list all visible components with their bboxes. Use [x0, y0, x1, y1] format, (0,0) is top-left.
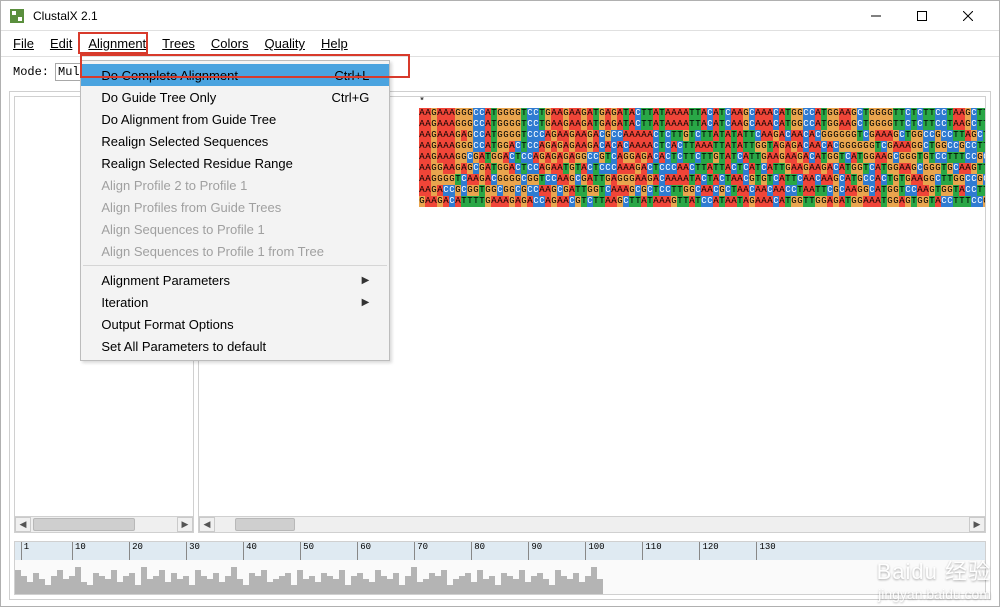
scroll-track[interactable]: [215, 517, 969, 532]
ruler-tick: 130: [756, 542, 775, 560]
maximize-button[interactable]: [899, 1, 945, 31]
scroll-track[interactable]: [31, 517, 177, 532]
menu-trees[interactable]: Trees: [154, 32, 203, 55]
menubar: File Edit Alignment Do Complete Alignmen…: [1, 31, 999, 57]
window-controls: [853, 1, 991, 31]
menu-file-label: File: [13, 36, 34, 51]
ruler-tick: 60: [357, 542, 371, 560]
sequence-row: AAGGAAGAGCGATGGACTCCAGAATGTACTCCCAAAGACT…: [419, 163, 985, 174]
scroll-thumb[interactable]: [235, 518, 295, 531]
dropdown-item-label: Align Sequences to Profile 1 from Tree: [101, 244, 369, 259]
minimize-button[interactable]: [853, 1, 899, 31]
dropdown-item[interactable]: Iteration▶: [81, 291, 389, 313]
sequence-row: AAGACCGCGGTGGCGGCGCCAAGCGATTGGTCAAAGCGCT…: [419, 185, 985, 196]
close-button[interactable]: [945, 1, 991, 31]
left-hscrollbar[interactable]: ◀ ▶: [15, 516, 193, 532]
ruler-tick: 30: [186, 542, 200, 560]
mode-label: Mode:: [13, 65, 49, 79]
menu-help[interactable]: Help: [313, 32, 356, 55]
dropdown-item[interactable]: Do Guide Tree Only Ctrl+G: [81, 86, 389, 108]
dropdown-item-label: Do Complete Alignment: [101, 68, 310, 83]
app-icon: [9, 8, 25, 24]
submenu-arrow-icon: ▶: [362, 297, 370, 308]
dropdown-item[interactable]: Do Complete Alignment Ctrl+L: [81, 64, 389, 86]
ruler-panel: 1102030405060708090100110120130: [14, 541, 986, 595]
scroll-right-icon[interactable]: ▶: [177, 517, 193, 532]
menu-file[interactable]: File: [5, 32, 42, 55]
dropdown-item-label: Alignment Parameters: [101, 273, 361, 288]
dropdown-item: Align Profile 2 to Profile 1: [81, 174, 389, 196]
dropdown-item-label: Do Alignment from Guide Tree: [101, 112, 369, 127]
sequence-row: AAGAAAGGGCCATGGGGTCCTGAAGAAGATGAGATACTTA…: [419, 119, 985, 130]
ruler-tick: 1: [21, 542, 29, 560]
dropdown-item[interactable]: Realign Selected Residue Range: [81, 152, 389, 174]
ruler-ticks: 1102030405060708090100110120130: [15, 542, 985, 560]
ruler-tick: 20: [129, 542, 143, 560]
sequence-row: AAGAAAGAGCCATGGGGTCCCAGAAGAAGACGCCAAAAAC…: [419, 130, 985, 141]
ruler-tick: 100: [585, 542, 604, 560]
dropdown-item-label: Set All Parameters to default: [101, 339, 369, 354]
scroll-thumb[interactable]: [33, 518, 135, 531]
menu-alignment[interactable]: Alignment Do Complete AlignmentCtrl+LDo …: [80, 32, 154, 55]
menu-edit-label: Edit: [50, 36, 72, 51]
submenu-arrow-icon: ▶: [362, 275, 370, 286]
dropdown-item-shortcut: Ctrl+G: [331, 90, 369, 105]
ruler-tick: 10: [72, 542, 86, 560]
scroll-left-icon[interactable]: ◀: [15, 517, 31, 532]
menu-help-label: Help: [321, 36, 348, 51]
dropdown-item-label: Align Sequences to Profile 1: [101, 222, 369, 237]
dropdown-item-label: Realign Selected Sequences: [101, 134, 369, 149]
dropdown-item: Align Sequences to Profile 1: [81, 218, 389, 240]
menu-edit[interactable]: Edit: [42, 32, 80, 55]
dropdown-item: Align Sequences to Profile 1 from Tree: [81, 240, 389, 262]
histogram-bar: [597, 579, 603, 594]
quality-histogram: [15, 560, 985, 594]
window-title: ClustalX 2.1: [33, 9, 853, 23]
dropdown-item[interactable]: Output Format Options: [81, 313, 389, 335]
ruler-tick: 120: [699, 542, 718, 560]
ruler-tick: 110: [642, 542, 661, 560]
dropdown-item-label: Align Profile 2 to Profile 1: [101, 178, 369, 193]
menu-quality[interactable]: Quality: [257, 32, 313, 55]
menu-quality-label: Quality: [265, 36, 305, 51]
dropdown-item-label: Align Profiles from Guide Trees: [101, 200, 369, 215]
right-hscrollbar[interactable]: ◀ ▶: [199, 516, 985, 532]
scroll-right-icon[interactable]: ▶: [969, 517, 985, 532]
sequence-row: GAAGACATTTTGAAAGAGACCAGAACGTCTTAAGCTTATA…: [419, 196, 985, 207]
dropdown-item-shortcut: Ctrl+L: [334, 68, 369, 83]
dropdown-item[interactable]: Set All Parameters to default: [81, 335, 389, 357]
dropdown-item-label: Realign Selected Residue Range: [101, 156, 369, 171]
watermark-line1: Baidu 经验: [877, 554, 991, 586]
menu-alignment-label: Alignment: [88, 36, 146, 51]
sequence-row: AAGAAAGGGCCATGGGGTCCTGAAGAAGATGAGATACTTA…: [419, 108, 985, 119]
menu-colors-label: Colors: [211, 36, 249, 51]
dropdown-item-label: Output Format Options: [101, 317, 369, 332]
sequence-row: AAGGGGTCAAGACGGGGCGGTCCAAGCGATTGAGGGAAGA…: [419, 174, 985, 185]
ruler-tick: 70: [414, 542, 428, 560]
ruler-tick: 50: [300, 542, 314, 560]
ruler-tick: 80: [471, 542, 485, 560]
titlebar: ClustalX 2.1: [1, 1, 999, 31]
dropdown-item-label: Iteration: [101, 295, 361, 310]
dropdown-item-label: Do Guide Tree Only: [101, 90, 307, 105]
ruler-tick: 90: [528, 542, 542, 560]
menu-trees-label: Trees: [162, 36, 195, 51]
dropdown-item[interactable]: Do Alignment from Guide Tree: [81, 108, 389, 130]
sequence-row: AAGAAAGGGCCATGGACTCCAGAGAGAAGACACACAAAAC…: [419, 141, 985, 152]
app-window: ClustalX 2.1 File Edit Alignment Do Comp…: [0, 0, 1000, 607]
dropdown-item: Align Profiles from Guide Trees: [81, 196, 389, 218]
watermark-line2: jingyan.baidu.com: [877, 586, 991, 602]
dropdown-item[interactable]: Alignment Parameters▶: [81, 269, 389, 291]
sequence-row: AAGAAAGGCGATGGACTCCAGAGAGAGGCCGTCAGGAGAC…: [419, 152, 985, 163]
ruler-tick: 40: [243, 542, 257, 560]
alignment-dropdown: Do Complete Alignment Ctrl+L Do Guide Tree…: [80, 60, 390, 361]
dropdown-item[interactable]: Realign Selected Sequences: [81, 130, 389, 152]
scroll-left-icon[interactable]: ◀: [199, 517, 215, 532]
menu-colors[interactable]: Colors: [203, 32, 257, 55]
watermark: Baidu 经验 jingyan.baidu.com: [877, 554, 991, 602]
